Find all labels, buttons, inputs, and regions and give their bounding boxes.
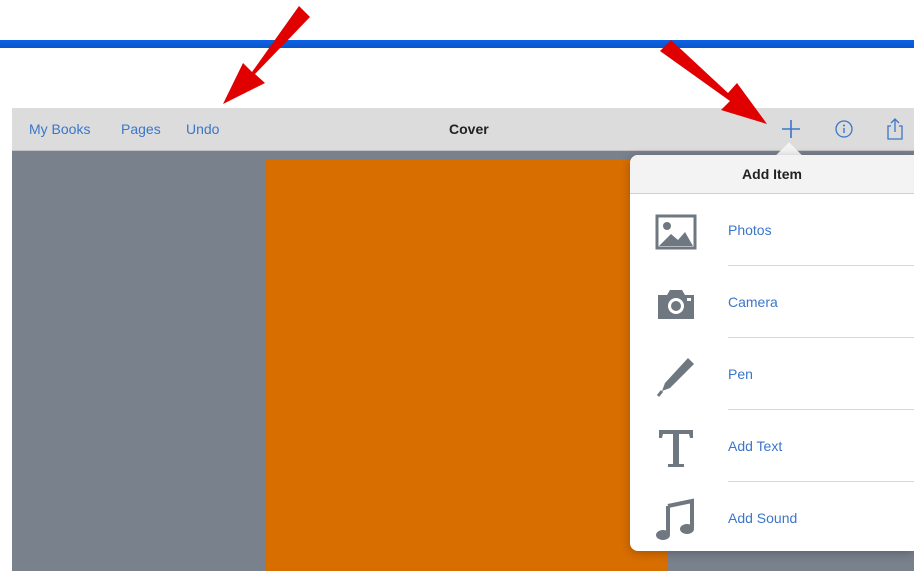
menu-item-photos[interactable]: Photos xyxy=(630,194,914,266)
navigation-bar: My Books Pages Undo Cover xyxy=(12,108,914,151)
info-icon[interactable] xyxy=(831,116,857,142)
photos-icon xyxy=(654,210,698,254)
annotation-arrow-left xyxy=(223,6,310,104)
popover-title: Add Item xyxy=(630,155,914,194)
menu-item-label: Pen xyxy=(728,366,753,382)
sound-icon xyxy=(654,498,698,542)
menu-item-label: Add Text xyxy=(728,438,783,454)
annotation-arrow-right xyxy=(660,40,767,124)
pen-icon xyxy=(654,354,698,398)
menu-item-label: Add Sound xyxy=(728,510,798,526)
book-cover-page[interactable] xyxy=(266,160,668,571)
camera-icon xyxy=(654,282,698,326)
menu-item-label: Camera xyxy=(728,294,778,310)
menu-item-add-sound[interactable]: Add Sound xyxy=(630,482,914,554)
page-title: Cover xyxy=(449,121,489,137)
menu-item-pen[interactable]: Pen xyxy=(630,338,914,410)
menu-item-camera[interactable]: Camera xyxy=(630,266,914,338)
undo-button[interactable]: Undo xyxy=(186,121,219,137)
plus-icon[interactable] xyxy=(778,116,804,142)
text-icon xyxy=(654,426,698,470)
add-item-popover: Add Item Photos Camera Pen Add Text Add … xyxy=(630,155,914,551)
share-icon[interactable] xyxy=(882,116,908,142)
my-books-button[interactable]: My Books xyxy=(29,121,90,137)
top-divider-bar xyxy=(0,40,914,48)
app-screen: My Books Pages Undo Cover Add Item Photo… xyxy=(12,108,914,571)
menu-item-label: Photos xyxy=(728,222,772,238)
pages-button[interactable]: Pages xyxy=(121,121,161,137)
menu-item-add-text[interactable]: Add Text xyxy=(630,410,914,482)
